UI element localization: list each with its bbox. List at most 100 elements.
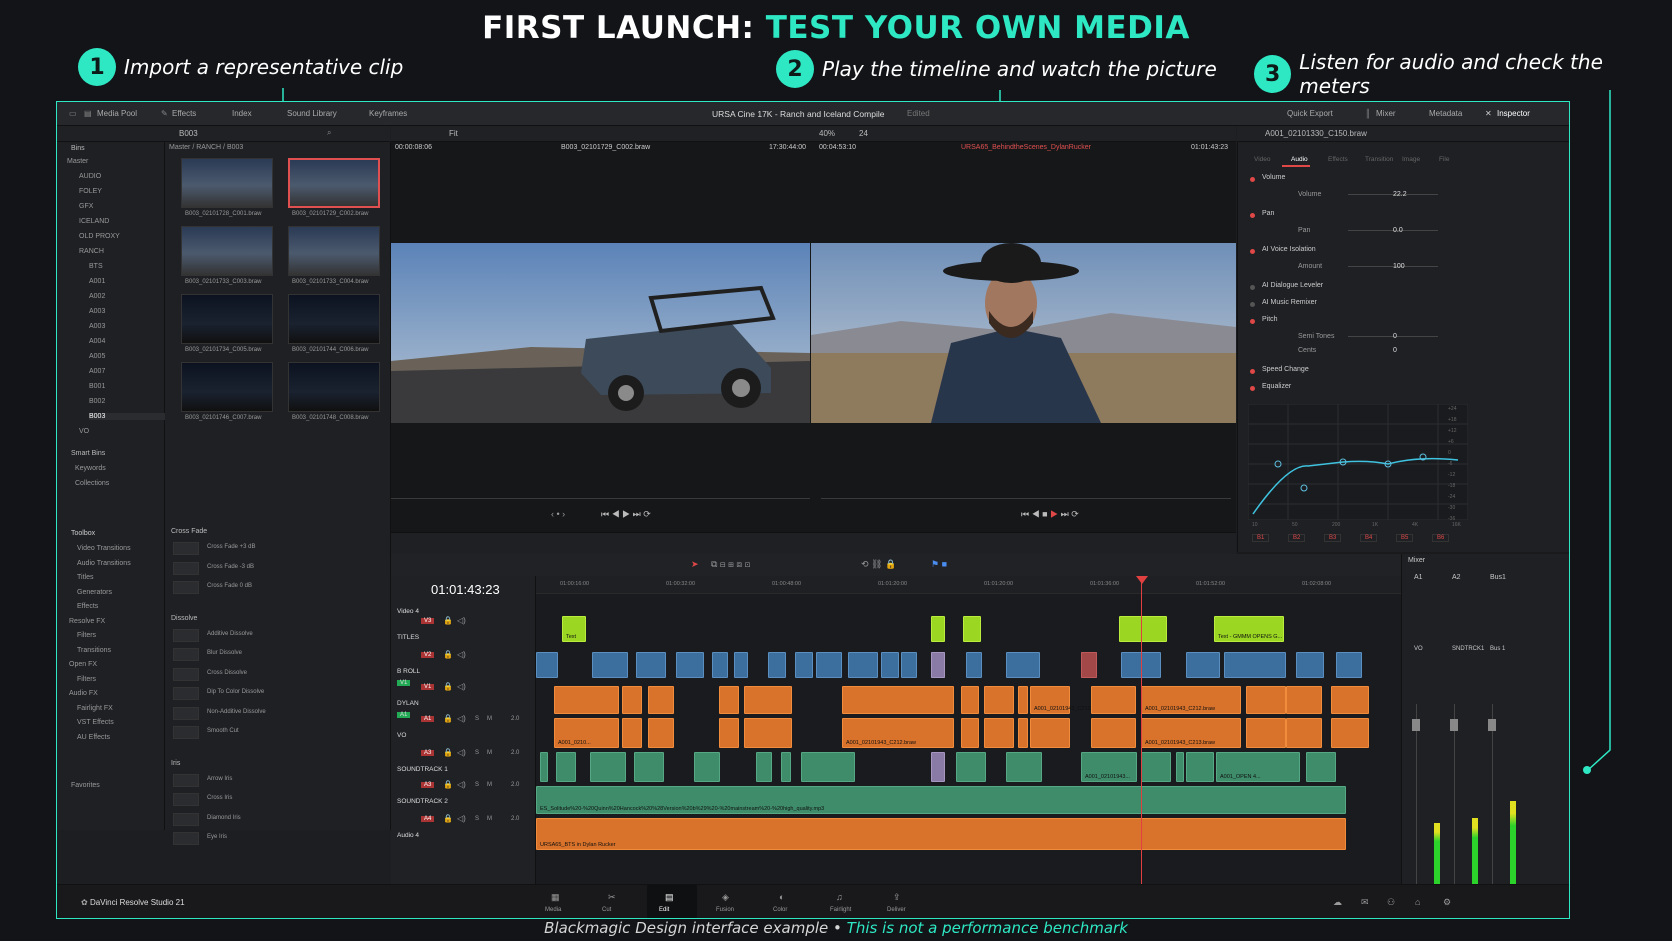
param-value[interactable]: 0 — [1393, 333, 1397, 340]
bin-item[interactable]: A003 — [89, 308, 105, 315]
track-lock-icon[interactable]: 🔒 — [443, 651, 453, 659]
sound-library-button[interactable]: Sound Library — [287, 109, 337, 118]
section-enable-dot[interactable] — [1250, 285, 1255, 290]
eq-band-button[interactable]: B6 — [1432, 534, 1450, 542]
section-enable-dot[interactable] — [1250, 319, 1255, 324]
inspector-section-title[interactable]: Pitch — [1262, 316, 1278, 323]
page-tab[interactable]: Deliver — [887, 907, 906, 913]
b-roll-clip[interactable] — [1006, 652, 1040, 678]
flag-marker-icons[interactable]: ⚑ ■ — [931, 560, 947, 569]
fx-tree-item[interactable]: VST Effects — [77, 719, 114, 726]
eq-graph[interactable] — [1248, 404, 1468, 520]
inspector-tab[interactable]: Audio — [1291, 156, 1308, 163]
smart-bin-collections[interactable]: Collections — [75, 480, 109, 487]
track-lock-icon[interactable]: 🔒 — [443, 683, 453, 691]
b-roll-clip[interactable] — [1081, 652, 1097, 678]
bin-item[interactable]: GFX — [79, 203, 93, 210]
soundtrack1-clip[interactable] — [801, 752, 855, 782]
eq-band-button[interactable]: B2 — [1288, 534, 1306, 542]
page-icon[interactable]: ◐ — [779, 893, 784, 902]
inspector-tab[interactable]: Video — [1254, 156, 1271, 163]
section-enable-dot[interactable] — [1250, 213, 1255, 218]
dylan-clip[interactable] — [984, 686, 1014, 714]
layout-icon[interactable]: ▭ — [69, 109, 77, 118]
bin-item[interactable]: B001 — [89, 383, 105, 390]
track-speaker-icon[interactable]: ◁) — [457, 715, 466, 723]
track-id-badge[interactable]: A3 — [421, 782, 435, 788]
inspector-section-title[interactable]: Volume — [1262, 174, 1285, 181]
track-speaker-icon[interactable]: ◁) — [457, 781, 466, 789]
soundtrack1-clip[interactable] — [540, 752, 548, 782]
title-clip[interactable] — [1119, 616, 1167, 642]
eq-band-button[interactable]: B1 — [1252, 534, 1270, 542]
b-roll-clip[interactable] — [1186, 652, 1220, 678]
b-roll-clip[interactable] — [536, 652, 558, 678]
clip-thumbnail[interactable] — [288, 158, 380, 208]
fx-item[interactable]: Smooth Cut — [207, 728, 239, 734]
mute-button[interactable]: M — [487, 716, 492, 722]
metadata-button[interactable]: Metadata — [1429, 109, 1462, 118]
page-tab[interactable]: Media — [545, 907, 561, 913]
bin-item[interactable]: FOLEY — [79, 188, 102, 195]
track-name[interactable]: DYLAN — [397, 700, 419, 707]
mute-button[interactable]: M — [487, 782, 492, 788]
fx-item[interactable]: Additive Dissolve — [207, 631, 253, 637]
track-speaker-icon[interactable]: ◁) — [457, 651, 466, 659]
vo-clip[interactable] — [622, 718, 642, 748]
b-roll-clip[interactable] — [592, 652, 628, 678]
source-track-badge[interactable]: A1 — [397, 712, 411, 718]
track-name[interactable]: SOUNDTRACK 1 — [397, 766, 448, 773]
clip-thumbnail[interactable] — [181, 362, 273, 412]
quick-export-button[interactable]: Quick Export — [1287, 109, 1333, 118]
fx-tree-item[interactable]: Generators — [77, 589, 112, 596]
fx-tree-item[interactable]: Titles — [77, 574, 93, 581]
track-lock-icon[interactable]: 🔒 — [443, 815, 453, 823]
fader-handle[interactable] — [1450, 719, 1458, 731]
track-name[interactable]: Video 4 — [397, 608, 419, 615]
zoom-dropdown[interactable]: 40% — [819, 129, 835, 138]
vo-clip[interactable] — [1018, 718, 1028, 748]
dylan-clip[interactable] — [842, 686, 954, 714]
track-speaker-icon[interactable]: ◁) — [457, 683, 466, 691]
track-id-badge[interactable]: A1 — [421, 716, 435, 722]
vo-clip[interactable] — [1091, 718, 1136, 748]
fx-group-title[interactable]: Dissolve — [171, 615, 197, 622]
smart-bin-keywords[interactable]: Keywords — [75, 465, 106, 472]
vo-clip[interactable] — [1030, 718, 1070, 748]
track-speaker-icon[interactable]: ◁) — [457, 617, 466, 625]
clip-thumbnail[interactable] — [181, 158, 273, 208]
page-tab[interactable]: Edit — [659, 907, 669, 913]
track-name[interactable]: SOUNDTRACK 2 — [397, 798, 448, 805]
vo-clip[interactable] — [1331, 718, 1369, 748]
fx-item[interactable]: Diamond Iris — [207, 815, 241, 821]
soundtrack1-clip[interactable] — [1141, 752, 1171, 782]
dylan-clip[interactable] — [648, 686, 674, 714]
search-icon[interactable]: ⌕ — [327, 128, 331, 138]
clip-thumbnail[interactable] — [288, 362, 380, 412]
dylan-clip[interactable] — [744, 686, 792, 714]
fx-tree-item[interactable]: Audio Transitions — [77, 560, 131, 567]
fx-tree-item[interactable]: Video Transitions — [77, 545, 131, 552]
track-lock-icon[interactable]: 🔒 — [443, 715, 453, 723]
page-tab[interactable]: Fairlight — [830, 907, 851, 913]
source-play-controls[interactable]: ⏮ ◀ ▶ ⏭ ⟳ — [601, 510, 651, 519]
favorites-label[interactable]: Favorites — [71, 782, 100, 789]
vo-clip[interactable]: A001_0210... — [554, 718, 619, 748]
bin-item[interactable]: A004 — [89, 338, 105, 345]
title-clip[interactable]: Text - GMMM OPENS G... — [1214, 616, 1284, 642]
bin-item[interactable]: A002 — [89, 293, 105, 300]
inspector-section-title[interactable]: Equalizer — [1262, 383, 1291, 390]
fx-tree-item[interactable]: Filters — [77, 632, 96, 639]
b-roll-clip[interactable] — [712, 652, 728, 678]
b-roll-clip[interactable] — [966, 652, 982, 678]
vo-clip[interactable]: A001_02101943_C213.braw — [1141, 718, 1241, 748]
fit-dropdown[interactable]: Fit — [449, 129, 458, 138]
soundtrack1-clip[interactable] — [1006, 752, 1042, 782]
solo-button[interactable]: S — [475, 716, 479, 722]
b-roll-clip[interactable] — [1336, 652, 1362, 678]
media-pool-button[interactable]: Media Pool — [97, 109, 137, 118]
fx-tree-item[interactable]: Fairlight FX — [77, 705, 113, 712]
inspector-tab[interactable]: Transition — [1365, 156, 1393, 163]
track-name[interactable]: TITLES — [397, 634, 419, 641]
fx-item[interactable]: Arrow Iris — [207, 776, 232, 782]
